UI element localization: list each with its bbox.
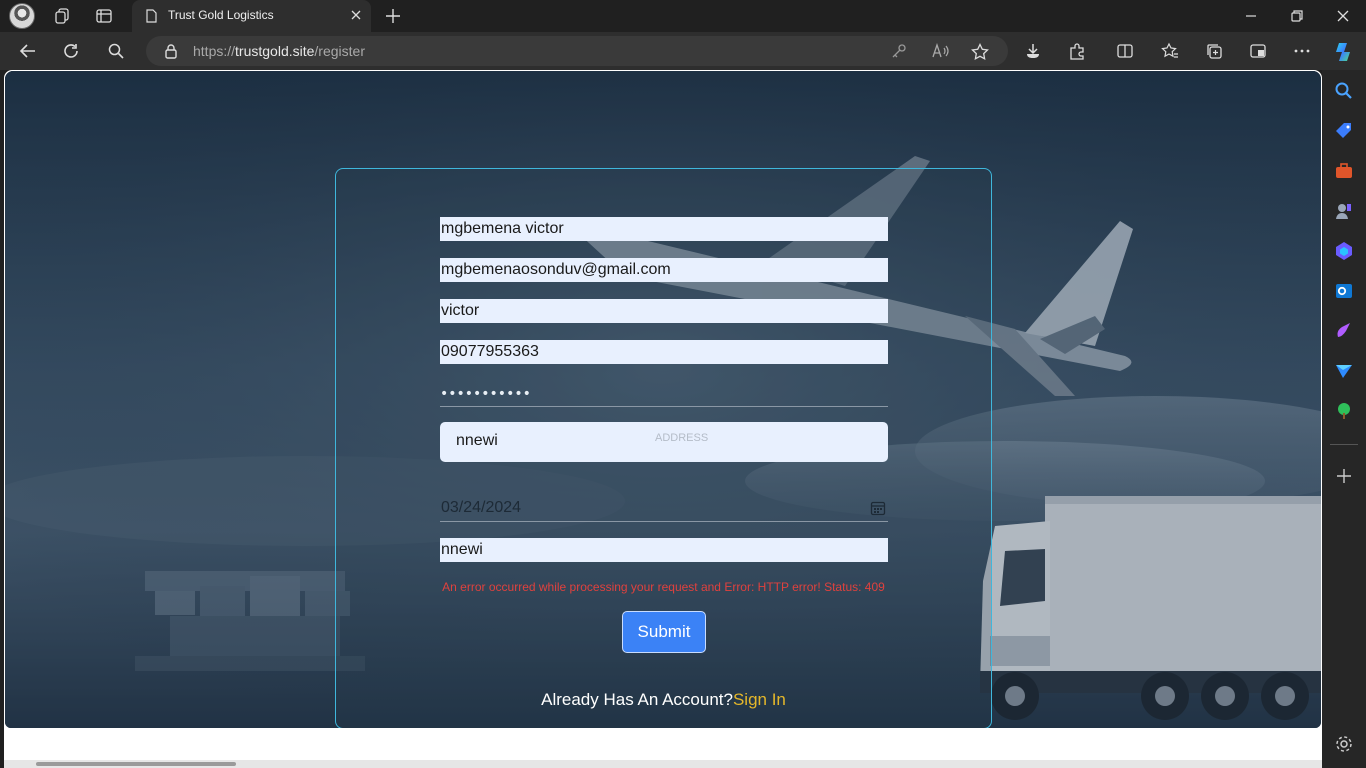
back-icon[interactable] xyxy=(18,42,38,60)
browser-toolbar: https://trustgold.site/register xyxy=(0,32,1366,70)
close-tab-icon[interactable] xyxy=(349,8,363,22)
restore-icon[interactable] xyxy=(1288,7,1306,25)
more-options-icon[interactable] xyxy=(1293,42,1311,60)
username-input[interactable] xyxy=(440,299,888,323)
new-tab-icon[interactable] xyxy=(384,7,402,25)
address-label: ADDRESS xyxy=(655,432,709,444)
address-input[interactable]: nnewi ADDRESS xyxy=(440,422,888,462)
city-input[interactable] xyxy=(440,538,888,562)
download-extension-icon[interactable] xyxy=(1024,42,1042,60)
url-host: trustgold.site xyxy=(235,43,315,59)
lock-icon[interactable] xyxy=(164,43,178,59)
url-scheme: https:// xyxy=(193,43,236,59)
url-text[interactable]: https://trustgold.site/register xyxy=(193,43,365,59)
sidebar-divider xyxy=(1330,444,1358,445)
password-input[interactable]: ••••••••••• xyxy=(440,383,888,407)
hero-background: ••••••••••• nnewi ADDRESS 03/24/2024 An … xyxy=(5,71,1321,728)
tab-actions-icon[interactable] xyxy=(95,7,113,25)
collections-icon[interactable] xyxy=(1205,42,1223,60)
date-value: 03/24/2024 xyxy=(441,499,522,516)
horizontal-scrollbar[interactable] xyxy=(4,760,1322,768)
sign-in-link[interactable]: Sign In xyxy=(733,690,786,709)
tab-trust-gold-logistics[interactable]: Trust Gold Logistics xyxy=(132,0,371,32)
games-icon[interactable] xyxy=(1334,201,1354,221)
designer-icon[interactable] xyxy=(1334,321,1354,341)
microsoft-365-icon[interactable] xyxy=(1334,241,1354,261)
edge-sidebar xyxy=(1322,70,1366,768)
title-bar: Trust Gold Logistics xyxy=(0,0,1366,32)
close-window-icon[interactable] xyxy=(1334,7,1352,25)
error-message: An error occurred while processing your … xyxy=(442,580,885,594)
drop-icon[interactable] xyxy=(1334,361,1354,381)
favorite-star-icon[interactable] xyxy=(971,43,989,61)
address-bar[interactable]: https://trustgold.site/register xyxy=(146,36,1008,66)
sidebar-search-icon[interactable] xyxy=(1334,81,1354,101)
email-input[interactable] xyxy=(440,258,888,282)
account-prompt: Already Has An Account? xyxy=(541,690,733,709)
calendar-icon[interactable] xyxy=(870,500,886,516)
shopping-tag-icon[interactable] xyxy=(1334,121,1354,141)
sidebar-settings-gear-icon[interactable] xyxy=(1334,734,1354,754)
search-icon[interactable] xyxy=(107,42,125,60)
date-input[interactable]: 03/24/2024 xyxy=(440,496,888,522)
minimize-icon[interactable] xyxy=(1242,7,1260,25)
extensions-icon[interactable] xyxy=(1068,42,1086,60)
account-prompt-line: Already Has An Account?Sign In xyxy=(336,690,991,710)
submit-button[interactable]: Submit xyxy=(622,611,706,653)
read-aloud-icon[interactable] xyxy=(932,43,950,59)
browser-essentials-icon[interactable] xyxy=(1249,42,1267,60)
workspaces-icon[interactable] xyxy=(53,7,71,25)
copilot-icon[interactable] xyxy=(1332,40,1356,64)
scrollbar-thumb[interactable] xyxy=(36,762,236,766)
favorites-icon[interactable] xyxy=(1161,42,1179,60)
profile-avatar[interactable] xyxy=(9,3,35,29)
refresh-icon[interactable] xyxy=(62,42,80,60)
outlook-icon[interactable] xyxy=(1334,281,1354,301)
phone-input[interactable] xyxy=(440,340,888,364)
tab-title: Trust Gold Logistics xyxy=(168,8,274,22)
key-icon[interactable] xyxy=(891,43,907,59)
address-value: nnewi xyxy=(456,432,498,449)
tree-extension-icon[interactable] xyxy=(1334,401,1354,421)
page-icon xyxy=(146,9,157,23)
tools-briefcase-icon[interactable] xyxy=(1334,161,1354,181)
register-form-card: ••••••••••• nnewi ADDRESS 03/24/2024 An … xyxy=(335,168,992,728)
split-screen-icon[interactable] xyxy=(1116,42,1134,60)
full-name-input[interactable] xyxy=(440,217,888,241)
url-path: /register xyxy=(314,43,365,59)
page-viewport: ••••••••••• nnewi ADDRESS 03/24/2024 An … xyxy=(4,70,1322,768)
add-sidebar-app-icon[interactable] xyxy=(1334,466,1354,486)
